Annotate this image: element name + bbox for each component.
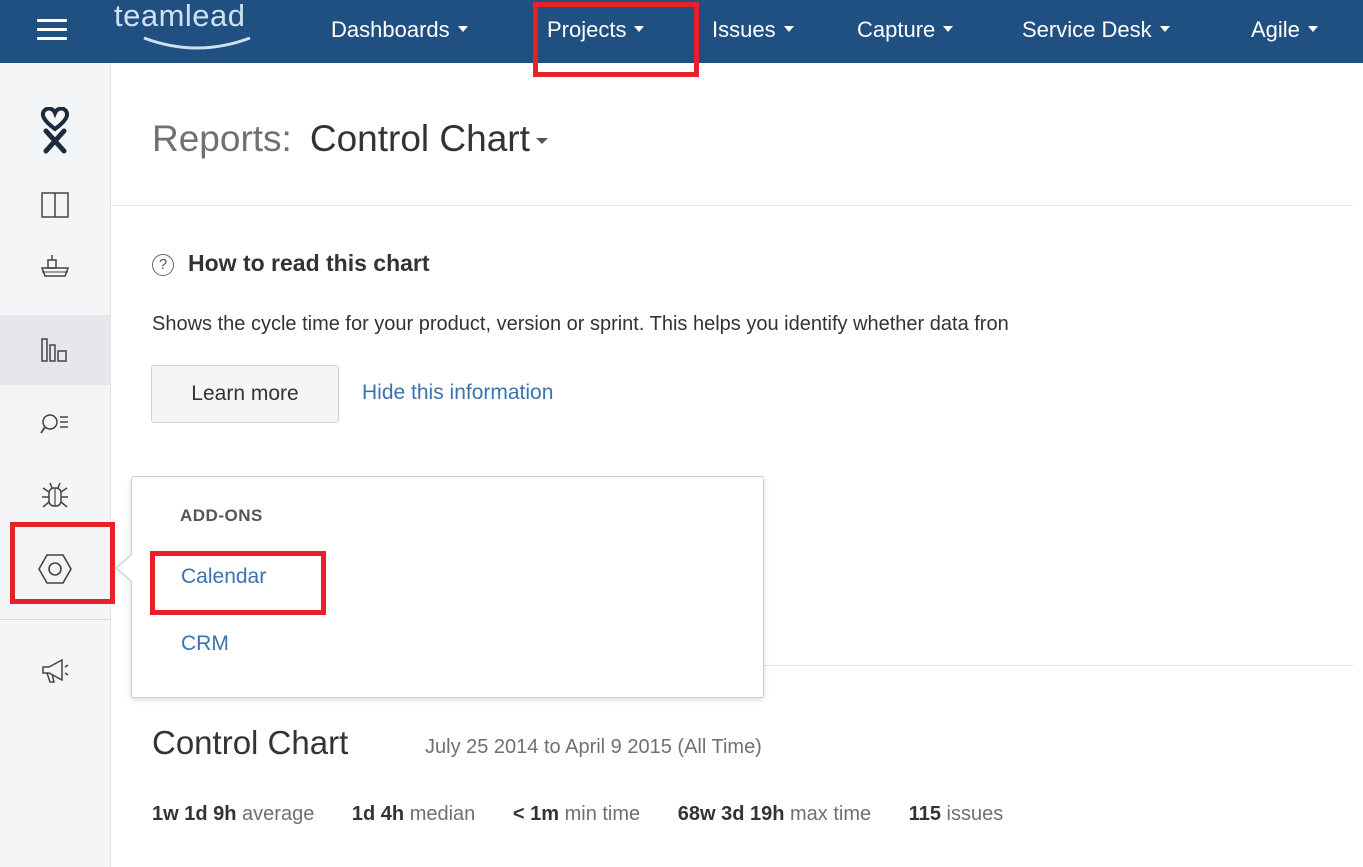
chevron-down-icon	[1307, 26, 1318, 33]
stat-value: 68w 3d 19h	[677, 803, 785, 825]
nav-service-desk[interactable]: Service Desk	[1022, 0, 1170, 63]
backlog-icon[interactable]	[0, 243, 110, 289]
chart-stats: 1w 1d 9h average 1d 4h median < 1m min t…	[152, 803, 1035, 826]
teamlead-logo[interactable]: teamlead	[112, 0, 297, 64]
stat-label: max time	[790, 803, 872, 825]
feedback-icon[interactable]	[0, 648, 110, 694]
chevron-down-icon	[634, 26, 645, 33]
stat-max-time: 68w 3d 19h max time	[678, 803, 871, 826]
nav-agile[interactable]: Agile	[1251, 0, 1318, 63]
reports-icon[interactable]	[0, 315, 110, 385]
nav-dashboards-label: Dashboards	[331, 17, 450, 42]
page-title-prefix: Reports:	[152, 118, 292, 159]
chevron-down-icon	[535, 138, 548, 145]
menu-item-crm[interactable]: CRM	[181, 632, 229, 656]
project-avatar-icon[interactable]	[0, 101, 110, 161]
add-ons-heading: ADD-ONS	[180, 506, 263, 525]
info-heading: ? How to read this chart	[152, 250, 430, 277]
report-name: Control Chart	[309, 118, 530, 159]
menu-icon[interactable]	[37, 19, 67, 45]
stat-issues: 115 issues	[909, 803, 1004, 826]
project-sidebar	[0, 63, 111, 867]
stat-value: 1w 1d 9h	[152, 803, 237, 825]
nav-dashboards[interactable]: Dashboards	[331, 0, 468, 63]
bug-icon[interactable]	[0, 473, 110, 519]
stat-label: median	[409, 803, 476, 825]
stat-min-time: < 1m min time	[513, 803, 640, 826]
add-ons-icon[interactable]	[0, 539, 110, 599]
nav-projects-label: Projects	[547, 17, 627, 42]
stat-label: min time	[564, 803, 641, 825]
nav-projects[interactable]: Projects	[547, 0, 645, 63]
stat-value: < 1m	[512, 803, 560, 825]
dropdown-pointer-inner	[117, 555, 132, 581]
page-title: Reports: Control Chart	[152, 118, 548, 160]
stat-value: 1d 4h	[351, 803, 405, 825]
menu-item-calendar[interactable]: Calendar	[181, 565, 266, 589]
stat-average: 1w 1d 9h average	[152, 803, 314, 826]
top-navigation-bar: teamlead Dashboards Projects Issues Capt…	[0, 0, 1363, 63]
stat-value: 115	[908, 803, 941, 825]
section-divider	[762, 665, 1353, 666]
learn-more-button[interactable]: Learn more	[151, 365, 339, 423]
question-icon: ?	[152, 254, 174, 276]
info-description: Shows the cycle time for your product, v…	[152, 313, 1009, 335]
date-range[interactable]: July 25 2014 to April 9 2015 (All Time)	[425, 736, 762, 759]
stat-label: issues	[946, 803, 1004, 825]
nav-service-desk-label: Service Desk	[1022, 17, 1152, 42]
stat-median: 1d 4h median	[352, 803, 475, 826]
nav-issues[interactable]: Issues	[712, 0, 794, 63]
report-selector[interactable]: Control Chart	[310, 118, 548, 159]
nav-capture[interactable]: Capture	[857, 0, 954, 63]
chevron-down-icon	[783, 26, 794, 33]
logo-text: teamlead	[114, 0, 246, 33]
header-divider	[110, 205, 1353, 206]
board-icon[interactable]	[0, 183, 110, 227]
stat-label: average	[242, 803, 315, 825]
issue-search-icon[interactable]	[0, 401, 110, 447]
logo-swoosh-icon	[143, 36, 251, 50]
control-chart-title: Control Chart	[152, 724, 349, 761]
info-heading-text: How to read this chart	[188, 250, 430, 276]
chevron-down-icon	[457, 26, 468, 33]
sidebar-divider	[0, 619, 110, 620]
nav-issues-label: Issues	[712, 17, 776, 42]
chevron-down-icon	[1159, 26, 1170, 33]
nav-agile-label: Agile	[1251, 17, 1300, 42]
nav-capture-label: Capture	[857, 17, 936, 42]
chevron-down-icon	[943, 26, 954, 33]
hide-information-link[interactable]: Hide this information	[362, 381, 553, 405]
